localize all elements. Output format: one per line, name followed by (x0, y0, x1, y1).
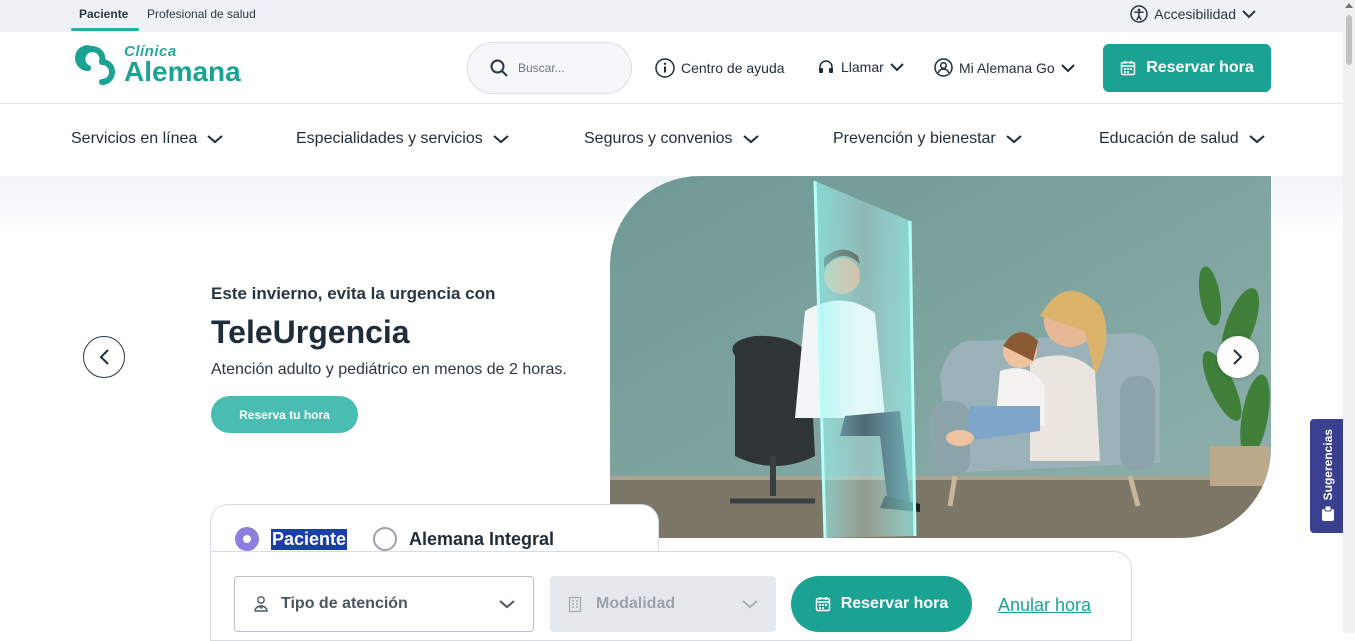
search-input[interactable]: Buscar... (518, 61, 565, 75)
site-header: Clínica Alemana Buscar... Centro de ayud… (0, 32, 1343, 104)
nav-item-especialidades[interactable]: Especialidades y servicios (296, 130, 509, 148)
cancel-appointment-link[interactable]: Anular hora (998, 595, 1091, 616)
carousel-next-button[interactable] (1217, 336, 1259, 378)
radio-paciente-label: Paciente (271, 528, 348, 550)
mi-alemana-go-label: Mi Alemana Go (959, 59, 1055, 76)
page-scrollbar[interactable] (1343, 0, 1355, 633)
clinica-alemana-logo[interactable]: Clínica Alemana (70, 40, 241, 90)
chevron-right-icon (1233, 349, 1243, 365)
hero-subtitle: Atención adulto y pediátrico en menos de… (211, 361, 567, 378)
radio-alemana-integral[interactable]: Alemana Integral (373, 527, 554, 551)
radio-unselected-icon (373, 527, 397, 551)
help-center-link[interactable]: Centro de ayuda (655, 58, 785, 78)
hero-image (610, 176, 1271, 538)
calendar-icon (1120, 61, 1136, 76)
help-center-label: Centro de ayuda (681, 60, 785, 76)
carousel-prev-button[interactable] (83, 336, 125, 378)
hero-eyebrow: Este invierno, evita la urgencia con (211, 284, 496, 303)
nav-item-seguros[interactable]: Seguros y convenios (584, 130, 759, 148)
nav-item-label: Especialidades y servicios (296, 130, 483, 147)
call-label: Llamar (841, 59, 884, 75)
audience-bar: Paciente Profesional de salud Accesibili… (0, 0, 1343, 32)
feedback-label: Sugerencias (1321, 429, 1335, 501)
radio-paciente[interactable]: Paciente (235, 527, 348, 551)
nav-item-label: Seguros y convenios (584, 130, 733, 147)
mi-alemana-go-menu[interactable]: Mi Alemana Go (934, 58, 1075, 77)
logo-main-text: Alemana (124, 56, 241, 87)
chevron-down-icon (742, 600, 758, 609)
search-box[interactable]: Buscar... (467, 42, 632, 94)
info-icon (655, 58, 675, 78)
audience-tab-paciente[interactable]: Paciente (79, 7, 128, 21)
chevron-down-icon (1006, 135, 1022, 144)
active-tab-indicator (71, 28, 139, 31)
building-icon (568, 596, 582, 612)
chevron-down-icon (1249, 135, 1265, 144)
tipo-atencion-value: Tipo de atención (281, 595, 408, 612)
nav-item-label: Prevención y bienestar (833, 130, 996, 147)
chevron-down-icon (1242, 10, 1256, 19)
main-nav: Servicios en línea Especialidades y serv… (0, 104, 1343, 176)
modalidad-value: Modalidad (596, 595, 676, 612)
nav-item-label: Servicios en línea (71, 130, 198, 147)
chevron-down-icon (890, 63, 904, 72)
chevron-down-icon (742, 135, 759, 144)
tipo-atencion-select[interactable]: Tipo de atención (234, 576, 534, 632)
patient-icon (254, 596, 268, 612)
nav-item-label: Educación de salud (1099, 130, 1239, 147)
nav-item-prevencion[interactable]: Prevención y bienestar (833, 130, 1022, 148)
audience-tab-profesional[interactable]: Profesional de salud (147, 7, 256, 21)
chevron-down-icon (1061, 63, 1075, 72)
accessibility-label: Accesibilidad (1154, 6, 1236, 22)
chevron-down-icon (499, 600, 515, 609)
modalidad-select[interactable]: Modalidad (550, 576, 776, 632)
header-reserve-label: Reservar hora (1146, 59, 1254, 76)
chevron-down-icon (493, 135, 509, 144)
headset-icon (819, 60, 833, 73)
feedback-tab[interactable]: Sugerencias (1310, 419, 1346, 533)
header-reserve-button[interactable]: Reservar hora (1103, 44, 1271, 92)
radio-selected-icon (235, 527, 259, 551)
hero-carousel: Este invierno, evita la urgencia con Tel… (0, 176, 1343, 641)
chevron-left-icon (99, 349, 109, 365)
search-icon (490, 59, 508, 77)
accessibility-icon (1130, 5, 1149, 23)
call-menu[interactable]: Llamar (817, 58, 904, 76)
nav-item-educacion[interactable]: Educación de salud (1099, 130, 1265, 148)
logo-mark-icon (75, 45, 115, 85)
radio-alemana-integral-label: Alemana Integral (409, 528, 555, 549)
chevron-down-icon (207, 135, 223, 144)
nav-item-servicios[interactable]: Servicios en línea (71, 130, 223, 148)
accessibility-menu[interactable]: Accesibilidad (1130, 5, 1256, 23)
booking-reserve-button[interactable]: Reservar hora (791, 576, 972, 632)
hero-reserve-button[interactable]: Reserva tu hora (211, 396, 358, 433)
booking-reserve-label: Reservar hora (840, 595, 949, 612)
scroll-up-icon[interactable] (1345, 3, 1353, 8)
user-icon (934, 58, 953, 77)
hero-title: TeleUrgencia (211, 314, 410, 350)
scroll-thumb[interactable] (1346, 15, 1352, 65)
calendar-icon (815, 597, 830, 612)
feedback-icon (1322, 505, 1334, 521)
